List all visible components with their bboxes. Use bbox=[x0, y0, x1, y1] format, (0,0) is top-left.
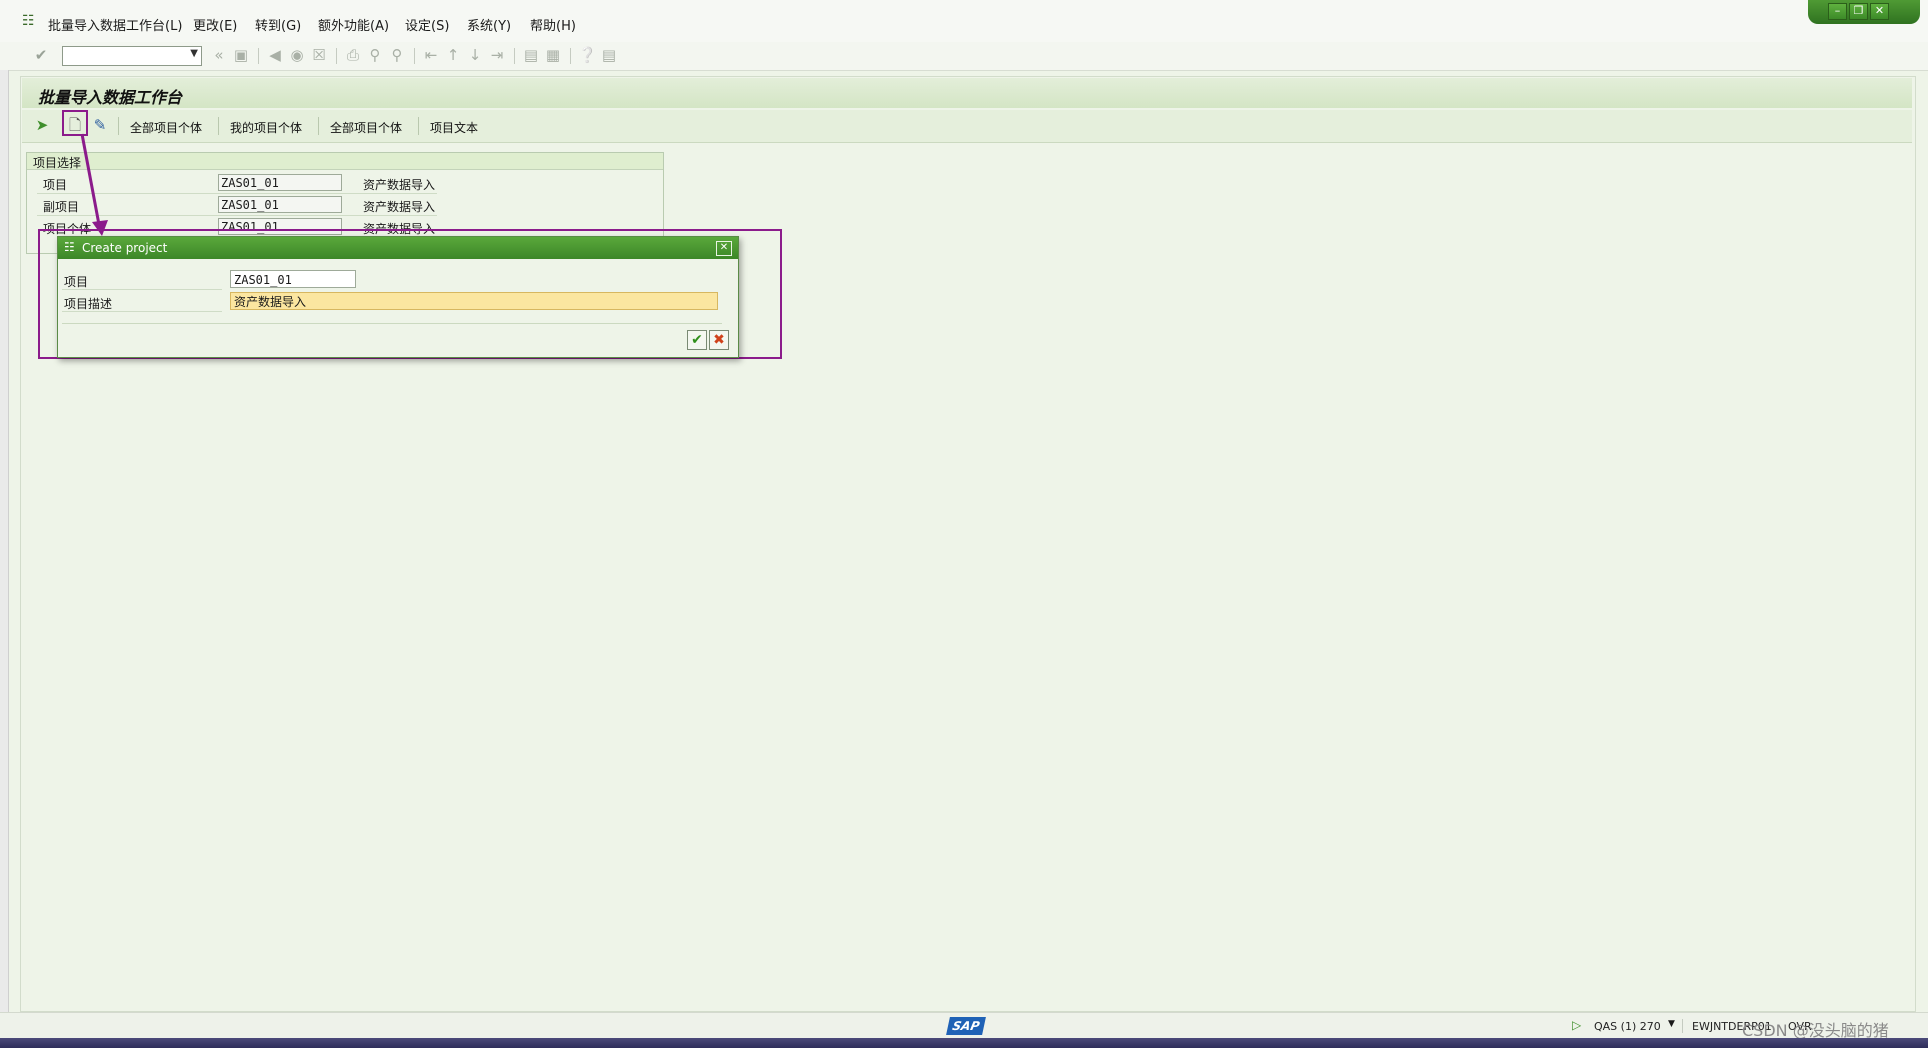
dialog-title: Create project bbox=[82, 241, 168, 255]
dialog-project-field[interactable]: ZAS01_01 bbox=[230, 270, 356, 288]
next-page-icon[interactable]: ↓ bbox=[466, 46, 484, 64]
save-icon[interactable]: ▣ bbox=[232, 46, 250, 64]
system-info: QAS (1) 270 bbox=[1594, 1020, 1661, 1033]
status-separator bbox=[1682, 1019, 1683, 1033]
toolbar-separator bbox=[570, 48, 571, 64]
help-icon[interactable]: ❔ bbox=[578, 46, 597, 64]
find-icon[interactable]: ⚲ bbox=[366, 46, 384, 64]
project-description: 资产数据导入 bbox=[363, 178, 436, 192]
page-title: 批量导入数据工作台 bbox=[38, 88, 183, 107]
menu-item-workbench[interactable]: 批量导入数据工作台(L) bbox=[48, 15, 182, 34]
enter-icon[interactable]: ✔ bbox=[32, 46, 50, 64]
all-project-instances-button-2[interactable]: 全部项目个体 bbox=[330, 119, 402, 136]
subproject-description: 资产数据导入 bbox=[363, 200, 436, 214]
dialog-title-bar: ☷ Create project ✕ bbox=[58, 237, 738, 259]
play-icon[interactable]: ▷ bbox=[1572, 1018, 1581, 1032]
back-icon[interactable]: ◀ bbox=[266, 46, 284, 64]
previous-page-icon[interactable]: ↑ bbox=[444, 46, 462, 64]
my-project-instances-button[interactable]: 我的项目个体 bbox=[230, 119, 302, 136]
shortcut-icon[interactable]: ▦ bbox=[544, 46, 562, 64]
layout-menu-icon[interactable]: ▤ bbox=[600, 46, 618, 64]
menu-bar: ☷ 批量导入数据工作台(L) 更改(E) 转到(G) 额外功能(A) 设定(S)… bbox=[0, 0, 1928, 43]
row-divider bbox=[62, 289, 222, 290]
back-arrows-icon[interactable]: « bbox=[210, 46, 228, 64]
project-field[interactable]: ZAS01_01 bbox=[218, 174, 342, 191]
menu-item-system[interactable]: 系统(Y) bbox=[467, 15, 511, 34]
dialog-description-field[interactable]: 资产数据导入 bbox=[230, 292, 718, 310]
dialog-footer-divider bbox=[62, 323, 722, 324]
menu-item-help[interactable]: 帮助(H) bbox=[530, 15, 576, 34]
toolbar-separator bbox=[258, 48, 259, 64]
menu-item-goto[interactable]: 转到(G) bbox=[255, 15, 301, 34]
sap-logo: SAP bbox=[946, 1017, 986, 1035]
menu-item-extras[interactable]: 额外功能(A) bbox=[318, 15, 389, 34]
dialog-window-icon: ☷ bbox=[64, 240, 75, 254]
restore-icon[interactable]: ❐ bbox=[1849, 3, 1868, 20]
cancel-button[interactable]: ✖ bbox=[709, 330, 729, 350]
close-icon[interactable]: ✕ bbox=[1870, 3, 1889, 20]
exit-icon[interactable]: ◉ bbox=[288, 46, 306, 64]
confirm-button[interactable]: ✔ bbox=[687, 330, 707, 350]
dialog-description-label: 项目描述 bbox=[64, 297, 113, 311]
menu-system-icon[interactable]: ☷ bbox=[22, 13, 35, 29]
project-label: 项目 bbox=[43, 178, 68, 192]
annotation-arrow bbox=[80, 133, 108, 236]
left-edge bbox=[0, 70, 9, 1040]
command-field[interactable]: ▼ bbox=[62, 46, 202, 66]
first-page-icon[interactable]: ⇤ bbox=[422, 46, 440, 64]
menu-item-edit[interactable]: 更改(E) bbox=[193, 15, 237, 34]
find-next-icon[interactable]: ⚲ bbox=[388, 46, 406, 64]
row-divider bbox=[62, 311, 222, 312]
toolbar-separator bbox=[418, 117, 419, 135]
close-icon[interactable]: ✕ bbox=[716, 241, 732, 256]
dialog-project-label: 项目 bbox=[64, 275, 89, 289]
taskbar-strip bbox=[0, 1038, 1928, 1048]
screen-title-bar: 批量导入数据工作台 bbox=[22, 78, 1912, 108]
menu-item-settings[interactable]: 设定(S) bbox=[405, 15, 449, 34]
chevron-down-icon[interactable]: ▼ bbox=[1668, 1019, 1675, 1029]
toolbar-separator bbox=[414, 48, 415, 64]
subproject-field[interactable]: ZAS01_01 bbox=[218, 196, 342, 213]
print-icon[interactable]: ⎙ bbox=[344, 46, 362, 64]
toolbar-separator bbox=[336, 48, 337, 64]
application-toolbar: ➤ 🗋 ✎ 全部项目个体 我的项目个体 全部项目个体 项目文本 bbox=[22, 110, 1912, 143]
execute-icon[interactable]: ➤ bbox=[32, 115, 52, 135]
chevron-down-icon[interactable]: ▼ bbox=[190, 48, 198, 59]
last-page-icon[interactable]: ⇥ bbox=[488, 46, 506, 64]
project-text-button[interactable]: 项目文本 bbox=[430, 119, 478, 136]
toolbar-separator bbox=[514, 48, 515, 64]
status-bar: SAP ▷ QAS (1) 270 ▼ EWJNTDERP01 OVR CSDN… bbox=[0, 1012, 1928, 1040]
standard-toolbar: ✔ ▼ « ▣ ◀ ◉ ☒ ⎙ ⚲ ⚲ ⇤ ↑ ↓ ⇥ ▤ ▦ ❔ ▤ bbox=[0, 42, 1928, 71]
all-project-instances-button[interactable]: 全部项目个体 bbox=[130, 119, 202, 136]
cancel-icon[interactable]: ☒ bbox=[310, 46, 328, 64]
window-controls: – ❐ ✕ bbox=[1808, 0, 1920, 24]
toolbar-separator bbox=[218, 117, 219, 135]
new-session-icon[interactable]: ▤ bbox=[522, 46, 540, 64]
create-project-dialog: ☷ Create project ✕ 项目 ZAS01_01 项目描述 资产数据… bbox=[57, 236, 739, 358]
minimize-icon[interactable]: – bbox=[1828, 3, 1847, 20]
toolbar-separator bbox=[318, 117, 319, 135]
